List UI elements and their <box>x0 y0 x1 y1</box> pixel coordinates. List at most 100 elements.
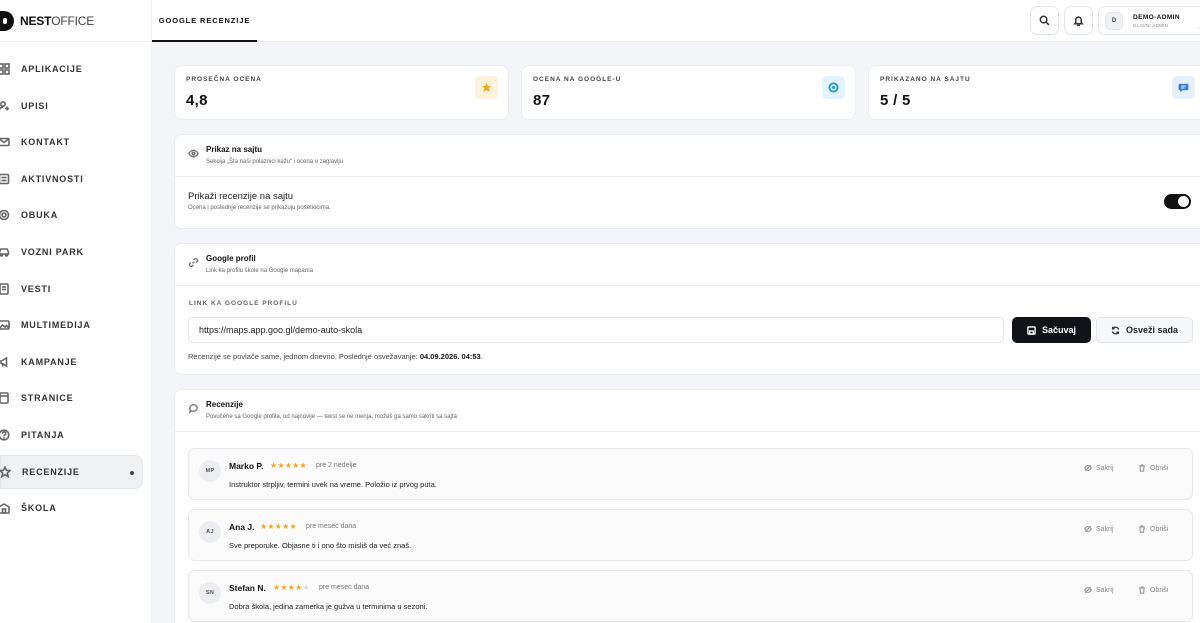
notifications-button[interactable] <box>1064 6 1093 35</box>
reviewer-name: Stefan N. <box>229 583 266 593</box>
sidebar-item-stranice[interactable]: STRANICE <box>0 381 143 415</box>
sync-note: Recenzije se povlače same, jednom dnevno… <box>188 352 483 361</box>
sidebar-item-label: VESTI <box>21 283 52 294</box>
tab-google-recenzije[interactable]: GOOGLE RECENZIJE <box>152 0 257 42</box>
eye-icon <box>188 146 199 158</box>
display-card: Prikaz na sajtu Sekcija „Šta naši polazn… <box>174 134 1200 229</box>
avatar: D <box>1105 11 1123 30</box>
sidebar-item-aplikacije[interactable]: APLIKACIJE <box>0 52 143 86</box>
show-reviews-row: Prikaži recenzije na sajtu Ocena i posle… <box>175 177 1200 225</box>
sidebar-item-label: APLIKACIJE <box>21 64 83 74</box>
google-link-label: LINK KA GOOGLE PROFILU <box>189 300 298 307</box>
delete-review-button[interactable]: Obriši <box>1138 464 1168 472</box>
stat-value: 87 <box>533 92 551 109</box>
logo-text: NESTOFFICE <box>20 13 95 28</box>
sidebar-item-label: RECENZIJE <box>22 466 80 477</box>
star-icon <box>0 465 11 478</box>
profile-card-title: Google profil <box>206 254 256 263</box>
search-icon <box>1039 15 1050 26</box>
target-icon <box>0 209 10 221</box>
review-item: AJ Ana J. ★★★★★ pre mesec dana Sve preporuke… <box>188 509 1193 561</box>
link-icon <box>188 255 199 267</box>
save-icon <box>1027 325 1036 335</box>
sidebar-item-label: MULTIMEDIJA <box>21 320 91 331</box>
reviewer-avatar: MP <box>199 460 221 482</box>
review-text: Sve preporuke. Objasne ti i ono što misl… <box>229 541 412 550</box>
reviews-card: Recenzije Povučene sa Google profila, od… <box>174 389 1200 623</box>
refresh-now-button[interactable]: Osveži sada <box>1096 317 1193 343</box>
reviewer-name: Ana J. <box>229 522 255 532</box>
user-plus-icon <box>0 100 10 112</box>
reviewer-avatar: AJ <box>199 521 221 543</box>
search-button[interactable] <box>1030 6 1059 35</box>
sidebar-item-vesti[interactable]: VESTI <box>0 272 143 306</box>
star-rating: ★★★★★ <box>260 522 297 531</box>
trash-icon <box>1139 464 1145 472</box>
image-icon <box>0 319 10 331</box>
mail-icon <box>0 136 10 148</box>
sidebar-item-upisi[interactable]: UPISI <box>0 89 143 123</box>
hide-review-button[interactable]: Sakrij <box>1084 586 1114 594</box>
chat-bubble-icon <box>188 401 199 414</box>
sidebar-item-kampanje[interactable]: KAMPANJE <box>0 345 143 379</box>
sidebar-nav: APLIKACIJE UPISI KONTAKT AKTIVNOSTI OBUKA VOZ… <box>0 42 151 525</box>
sidebar-item-vozni-park[interactable]: VOZNI PARK <box>0 235 143 269</box>
sidebar-item-obuka[interactable]: OBUKA <box>0 198 143 232</box>
delete-review-button[interactable]: Obriši <box>1138 586 1168 594</box>
reviewer-avatar: SN <box>199 582 221 604</box>
stat-card-2: PRIKAZANO NA SAJTU 5 / 5 <box>868 65 1200 120</box>
active-indicator <box>130 470 134 475</box>
eye-off-icon <box>1084 525 1092 533</box>
reviewer-name: Marko P. <box>229 461 264 471</box>
sidebar: NESTOFFICE APLIKACIJE UPISI KONTAKT AKTIVNO… <box>0 0 152 623</box>
profile-card-subtitle: Link ka profilu škole na Google mapama <box>206 268 314 274</box>
review-time: pre mesec dana <box>319 584 370 591</box>
logo[interactable]: NESTOFFICE <box>0 0 151 42</box>
review-time: pre 2 nedelje <box>316 462 357 469</box>
stat-label: OCENA NA GOOGLE-U <box>533 76 622 83</box>
display-card-title: Prikaz na sajtu <box>206 145 263 154</box>
google-profile-card: Google profil Link ka profilu škole na G… <box>174 243 1200 375</box>
document-icon <box>0 282 10 295</box>
star-rating: ★★★★★ <box>270 461 307 470</box>
delete-review-button[interactable]: Obriši <box>1138 525 1168 533</box>
reviews-card-header: Recenzije Povučene sa Google profila, od… <box>175 390 1200 432</box>
last-sync-time: 04.09.2026. 04:53 <box>419 352 481 361</box>
eye-off-icon <box>1084 586 1092 594</box>
user-role: GLAVNI ADMIN <box>1133 22 1169 28</box>
trash-icon <box>1139 525 1145 533</box>
sidebar-item-label: AKTIVNOSTI <box>21 173 84 184</box>
display-card-header: Prikaz na sajtu Sekcija „Šta naši polazn… <box>175 135 1200 177</box>
reviews-card-subtitle: Povučene sa Google profila, od najnovije… <box>206 414 457 420</box>
star-icon <box>475 76 498 99</box>
stat-card-1: OCENA NA GOOGLE-U 87 <box>521 65 856 120</box>
hide-review-button[interactable]: Sakrij <box>1084 464 1114 472</box>
topbar: GOOGLE RECENZIJE D DEMO-ADMIN GLAVNI ADM… <box>152 0 1200 42</box>
sidebar-item-label: PITANJA <box>21 429 65 440</box>
google-link-input[interactable] <box>188 317 1004 343</box>
show-reviews-toggle[interactable] <box>1164 194 1191 209</box>
google-icon <box>822 76 845 99</box>
grid-icon <box>0 63 10 75</box>
chat-icon <box>1172 76 1195 99</box>
logo-mark <box>0 10 14 31</box>
sidebar-item-škola[interactable]: ŠKOLA <box>0 491 143 525</box>
stat-label: PROSEČNA OCENA <box>186 76 262 83</box>
save-button[interactable]: Sačuvaj <box>1012 317 1091 343</box>
user-menu[interactable]: D DEMO-ADMIN GLAVNI ADMIN <box>1098 6 1200 35</box>
trash-icon <box>1139 586 1145 594</box>
sidebar-item-label: STRANICE <box>21 393 74 404</box>
sidebar-item-kontakt[interactable]: KONTAKT <box>0 125 143 159</box>
hide-review-button[interactable]: Sakrij <box>1084 525 1114 533</box>
school-icon <box>0 502 10 514</box>
sidebar-item-pitanja[interactable]: PITANJA <box>0 418 143 452</box>
sidebar-item-aktivnosti[interactable]: AKTIVNOSTI <box>0 162 143 196</box>
sidebar-item-multimedija[interactable]: MULTIMEDIJA <box>0 308 143 342</box>
review-text: Dobra škola, jedina zamerka je gužva u t… <box>229 602 428 611</box>
car-icon <box>0 246 10 258</box>
sidebar-item-label: UPISI <box>21 100 49 111</box>
profile-card-header: Google profil Link ka profilu škole na G… <box>175 244 1200 286</box>
stat-label: PRIKAZANO NA SAJTU <box>880 76 971 83</box>
reviews-card-title: Recenzije <box>206 400 243 409</box>
sidebar-item-recenzije[interactable]: RECENZIJE <box>0 454 143 489</box>
